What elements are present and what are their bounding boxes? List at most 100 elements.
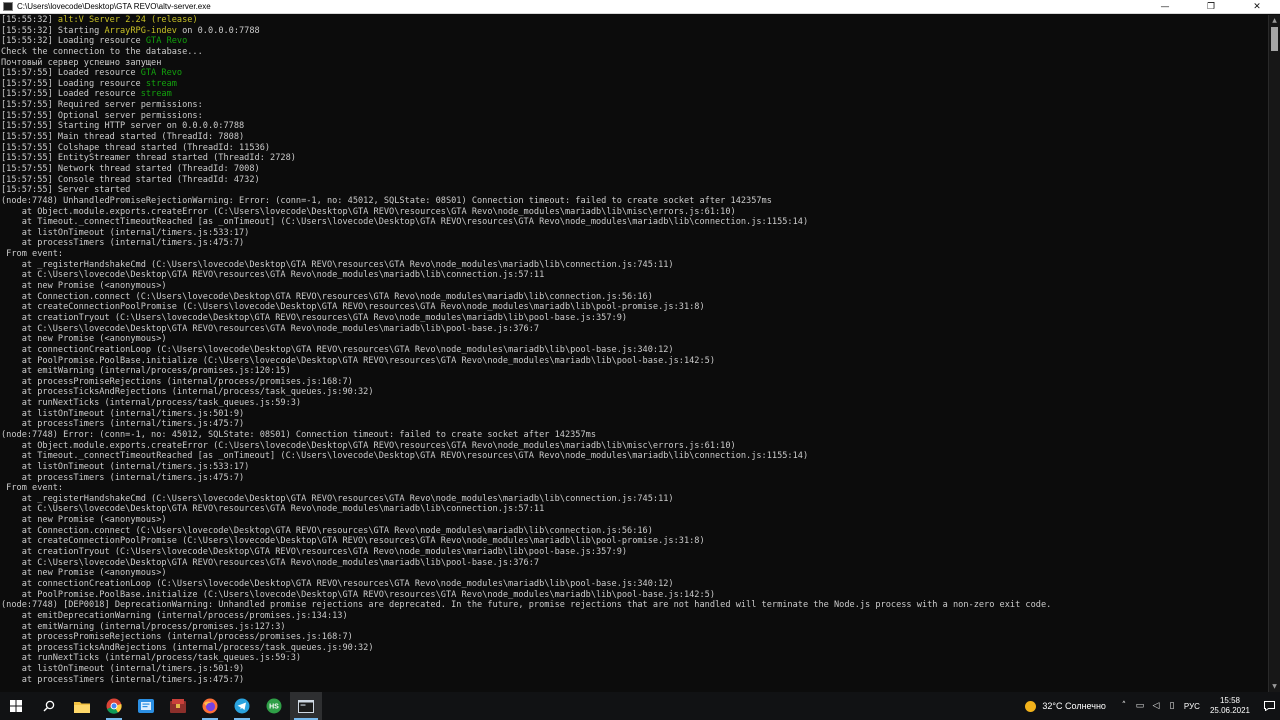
taskbar-app-firefox[interactable] [194,692,226,720]
console-text-segment: [15:57:55] Loaded resource [1,68,141,79]
console-text-segment: at C:\Users\lovecode\Desktop\GTA REVO\re… [1,270,545,281]
search-button[interactable] [32,692,66,720]
console-text-segment: at processTicksAndRejections (internal/p… [1,387,374,398]
taskbar-app-telegram[interactable] [226,692,258,720]
console-line: [15:57:55] Loading resource stream [1,79,1268,90]
console-line: [15:55:32] alt:V Server 2.24 (release) [1,15,1268,26]
console-line: [15:57:55] Loaded resource GTA Revo [1,68,1268,79]
console-line: at C:\Users\lovecode\Desktop\GTA REVO\re… [1,504,1268,515]
console-text-segment: at processPromiseRejections (internal/pr… [1,376,353,387]
console-app-icon [3,2,13,11]
console-line: [15:55:32] Starting ArrayRPG-indev on 0.… [1,26,1268,37]
taskbar-app-console[interactable] [290,692,322,720]
clock-time: 15:58 [1219,696,1240,705]
console-text-segment: at connectionCreationLoop (C:\Users\love… [1,578,674,589]
console-text-segment: [15:57:55] Required server permissions: [1,100,203,111]
console-scrollbar[interactable]: ▲ ▼ [1268,15,1280,692]
console-line: [15:57:55] Loaded resource stream [1,89,1268,100]
console-line: [15:57:55] Network thread started (Threa… [1,164,1268,175]
console-text-segment: at runNextTicks (internal/process/task_q… [1,398,302,409]
clock[interactable]: 15:58 25.06.2021 [1210,696,1250,716]
chevron-up-icon[interactable]: ˄ [1116,701,1132,711]
console-output[interactable]: [15:55:32] alt:V Server 2.24 (release) [1… [0,15,1268,692]
window-controls: — ❐ ✕ [1142,0,1280,14]
console-text-segment: at processPromiseRejections (internal/pr… [1,632,353,643]
console-text-segment: GTA Revo [140,68,183,79]
taskbar-app-heidisql[interactable]: HS [258,692,290,720]
console-line: (node:7748) UnhandledPromiseRejectionWar… [1,196,1268,207]
console-text-segment: at Connection.connect (C:\Users\lovecode… [1,291,653,302]
console-line: at listOnTimeout (internal/timers.js:501… [1,664,1268,675]
console-line: at new Promise (<anonymous>) [1,334,1268,345]
console-text-segment: [15:57:55] Loading resource [1,78,146,89]
console-icon [298,699,314,713]
console-line: [15:57:55] Colshape thread started (Thre… [1,143,1268,154]
taskbar: HS 32°C Солнечно ˄ ▭ ◁ ▯ РУС 15:58 25.06… [0,692,1280,720]
sun-icon [1025,700,1037,712]
console-text-segment: [15:57:55] Network thread started (Threa… [1,163,260,174]
console-line: at Timeout._connectTimeoutReached [as _o… [1,217,1268,228]
weather-text: 32°C Солнечно [1042,701,1106,711]
taskbar-app-file-explorer[interactable] [66,692,98,720]
taskbar-app-vscode[interactable] [130,692,162,720]
window-title: C:\Users\lovecode\Desktop\GTA REVO\altv-… [17,2,211,11]
firefox-icon [202,698,218,714]
console-line: From event: [1,483,1268,494]
console-line: at creationTryout (C:\Users\lovecode\Des… [1,313,1268,324]
battery-icon[interactable]: ▯ [1164,701,1180,711]
search-icon [43,700,55,712]
console-text-segment: at runNextTicks (internal/process/task_q… [1,653,302,664]
volume-icon[interactable]: ◁ [1148,701,1164,711]
taskbar-app-chrome[interactable] [98,692,130,720]
console-line: at Object.module.exports.createError (C:… [1,441,1268,452]
console-text-segment: at listOnTimeout (internal/timers.js:533… [1,227,250,238]
console-text-segment: on 0.0.0.0:7788 [176,25,260,36]
vscode-icon [138,699,154,713]
windows-logo-icon [10,700,22,712]
console-text-segment: [15:55:32] Starting [1,25,105,36]
taskbar-app-archive[interactable] [162,692,194,720]
console-text-segment: (node:7748) Error: (conn=-1, no: 45012, … [1,429,596,440]
console-line: at processTimers (internal/timers.js:475… [1,238,1268,249]
scrollbar-thumb[interactable] [1271,27,1278,51]
console-text-segment: at C:\Users\lovecode\Desktop\GTA REVO\re… [1,504,545,515]
console-line: [15:57:55] Required server permissions: [1,100,1268,111]
console-line: at listOnTimeout (internal/timers.js:501… [1,409,1268,420]
scroll-up-arrow-icon[interactable]: ▲ [1269,15,1280,26]
console-line: [15:57:55] EntityStreamer thread started… [1,153,1268,164]
console-text-segment: at Object.module.exports.createError (C:… [1,440,736,451]
maximize-button[interactable]: ❐ [1188,0,1234,14]
console-text-segment: at PoolPromise.PoolBase.initialize (C:\U… [1,589,715,600]
title-bar: C:\Users\lovecode\Desktop\GTA REVO\altv-… [0,0,1280,14]
console-line: [15:57:55] Server started [1,185,1268,196]
console-line: Почтовый сервер успешно запущен [1,58,1268,69]
console-line: at Object.module.exports.createError (C:… [1,207,1268,218]
minimize-button[interactable]: — [1142,0,1188,14]
console-text-segment: at Timeout._connectTimeoutReached [as _o… [1,217,809,228]
scroll-down-arrow-icon[interactable]: ▼ [1269,681,1280,692]
console-text-segment: at Object.module.exports.createError (C:… [1,206,736,217]
console-line: at processTimers (internal/timers.js:475… [1,675,1268,686]
svg-text:HS: HS [269,704,279,711]
console-text-segment: alt:V [57,15,84,25]
console-text-segment: [15:57:55] Starting HTTP server on 0.0.0… [1,121,245,132]
console-line: at emitWarning (internal/process/promise… [1,366,1268,377]
console-text-segment: (node:7748) [DEP0018] DeprecationWarning… [1,600,1052,611]
start-button[interactable] [0,692,32,720]
console-text-segment: at processTicksAndRejections (internal/p… [1,642,374,653]
console-line: [15:57:55] Starting HTTP server on 0.0.0… [1,121,1268,132]
console-text-segment: at createConnectionPoolPromise (C:\Users… [1,536,705,547]
console-line: at emitWarning (internal/process/promise… [1,622,1268,633]
language-indicator[interactable]: РУС [1184,702,1200,711]
chrome-icon [106,698,122,714]
notification-icon [1263,701,1275,711]
network-icon[interactable]: ▭ [1132,701,1148,711]
console-text-segment: at createConnectionPoolPromise (C:\Users… [1,302,705,313]
console-text-segment: Почтовый сервер успешно запущен [1,57,162,68]
weather-widget[interactable]: 32°C Солнечно [1025,700,1106,712]
console-text-segment: at listOnTimeout (internal/timers.js:533… [1,461,250,472]
notification-button[interactable] [1258,701,1280,711]
close-button[interactable]: ✕ [1234,0,1280,14]
console-text-segment: at Connection.connect (C:\Users\lovecode… [1,525,653,536]
console-line: at Connection.connect (C:\Users\lovecode… [1,292,1268,303]
